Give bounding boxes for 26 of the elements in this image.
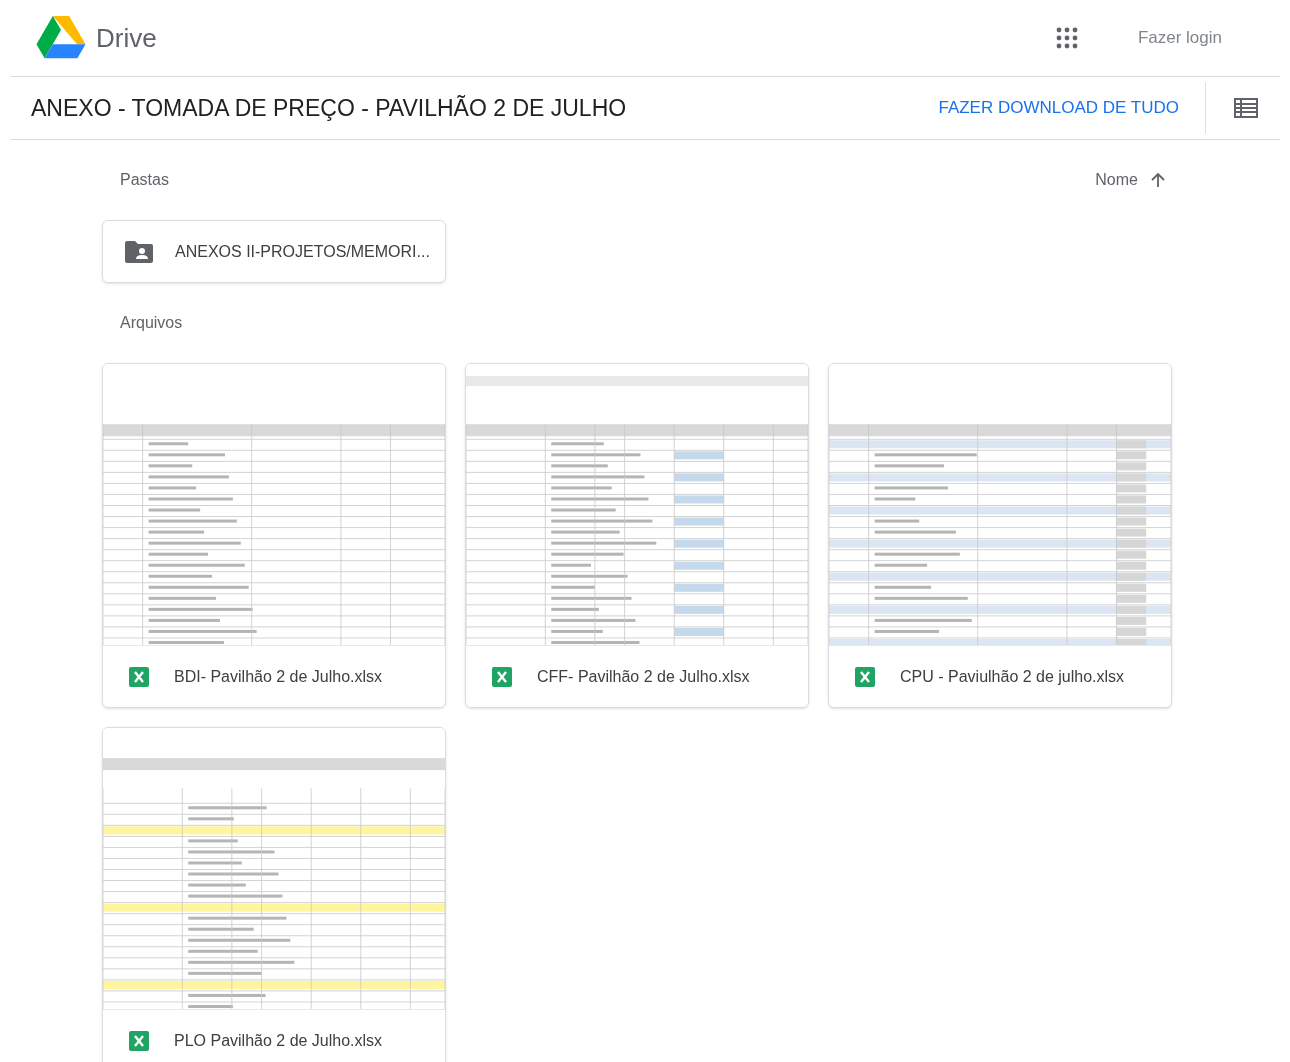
spreadsheet-icon [129, 666, 149, 687]
file-card[interactable]: CPU - Paviulhão 2 de julho.xlsx [828, 363, 1172, 708]
section-label: Pastas [120, 170, 169, 190]
file-card[interactable]: BDI- Pavilhão 2 de Julho.xlsx [102, 363, 446, 708]
file-name: CPU - Paviulhão 2 de julho.xlsx [900, 666, 1125, 687]
list-view-icon[interactable] [1234, 98, 1258, 118]
drive-logo-icon [36, 16, 86, 60]
spreadsheet-icon [855, 666, 875, 687]
file-card[interactable]: CFF- Pavilhão 2 de Julho.xlsx [465, 363, 809, 708]
file-card[interactable]: PLO Pavilhão 2 de Julho.xlsx [102, 727, 446, 1062]
folder-card[interactable]: ANEXOS II-PROJETOS/MEMORI... [102, 220, 446, 283]
sign-in-link[interactable]: Fazer login [1137, 25, 1222, 51]
download-all-button[interactable]: FAZER DOWNLOAD DE TUDO [930, 87, 1187, 129]
shared-folder-icon [125, 240, 153, 263]
file-name: BDI- Pavilhão 2 de Julho.xlsx [174, 666, 383, 687]
arrow-up-icon [1150, 172, 1166, 188]
product-name: Drive [96, 21, 157, 55]
file-name: CFF- Pavilhão 2 de Julho.xlsx [537, 666, 750, 687]
spreadsheet-icon [492, 666, 512, 687]
folder-name: ANEXOS II-PROJETOS/MEMORI... [175, 241, 430, 262]
apps-grid-icon[interactable] [1055, 27, 1078, 49]
section-label: Arquivos [120, 313, 183, 333]
spreadsheet-icon [129, 1030, 149, 1051]
folder-title: ANEXO - TOMADA DE PREÇO - PAVILHÃO 2 DE JULHO [31, 93, 627, 123]
file-name: PLO Pavilhão 2 de Julho.xlsx [174, 1030, 383, 1051]
sort-button[interactable]: Nome [1095, 168, 1166, 192]
